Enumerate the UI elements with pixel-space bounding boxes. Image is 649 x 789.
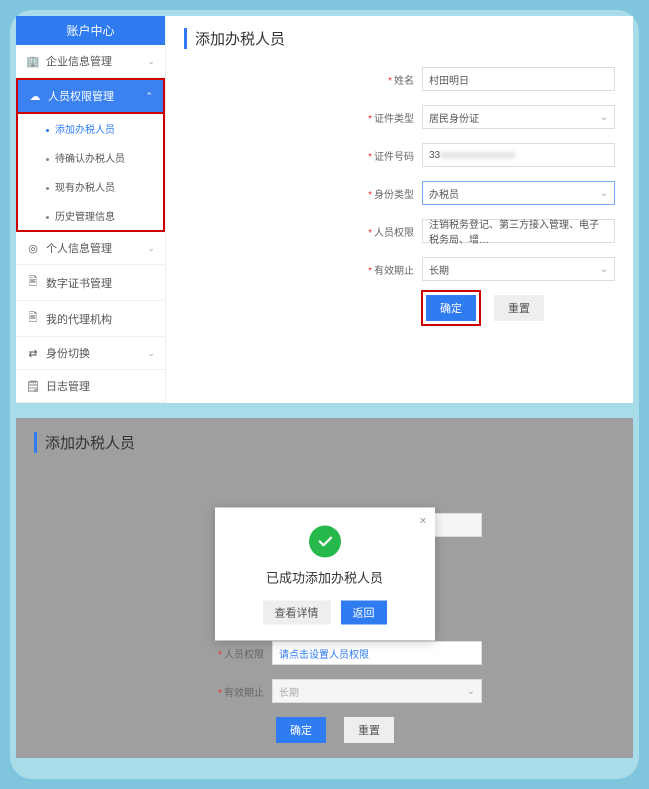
idno-label: 证件号码 — [374, 152, 414, 163]
page-title: 添加办税人员 — [184, 28, 615, 49]
confirm-button[interactable]: 确定 — [276, 717, 326, 743]
sidebar: 账户中心 🏢 企业信息管理 ⌄ ☁ 人员权限管理 ⌃ 添加办税人员 待确认办税人… — [16, 16, 166, 403]
perm-input-disabled: 请点击设置人员权限 — [272, 641, 482, 665]
chevron-down-icon: ⌄ — [147, 348, 155, 359]
expire-label: 有效期止 — [224, 688, 264, 699]
perm-label: 人员权限 — [224, 650, 264, 661]
confirm-button[interactable]: 确定 — [426, 295, 476, 321]
document-icon: 🖹 — [26, 309, 40, 328]
sidebar-item-cert[interactable]: 🖹 数字证书管理 — [16, 265, 165, 301]
log-icon: 🗒 — [26, 380, 40, 393]
sub-item-existing-staff[interactable]: 现有办税人员 — [18, 172, 163, 201]
sidebar-item-logs[interactable]: 🗒 日志管理 — [16, 370, 165, 403]
sub-item-label: 待确认办税人员 — [55, 154, 125, 165]
sub-item-label: 现有办税人员 — [55, 183, 115, 194]
main-content: 添加办税人员 *姓名 *证件类型 居民身份证 *证件号码 33xxxxxxxxx… — [166, 16, 633, 403]
building-icon: 🏢 — [26, 55, 40, 68]
sub-item-label: 历史管理信息 — [55, 212, 115, 223]
sub-item-add-staff[interactable]: 添加办税人员 — [18, 114, 163, 143]
sidebar-item-permissions[interactable]: ☁ 人员权限管理 ⌃ — [16, 78, 165, 114]
page-title: 添加办税人员 — [34, 432, 615, 453]
expire-label: 有效期止 — [374, 266, 414, 277]
sub-item-history[interactable]: 历史管理信息 — [18, 201, 163, 230]
reset-button[interactable]: 重置 — [494, 295, 544, 321]
dialog-message: 已成功添加办税人员 — [225, 568, 425, 587]
sidebar-item-enterprise[interactable]: 🏢 企业信息管理 ⌄ — [16, 45, 165, 78]
user-icon: ◎ — [26, 242, 40, 255]
cloud-icon: ☁ — [28, 90, 42, 103]
role-select[interactable]: 办税员 — [422, 181, 615, 205]
chevron-up-icon: ⌃ — [145, 91, 153, 102]
chevron-down-icon: ⌄ — [147, 56, 155, 67]
perm-input[interactable]: 注销税务登记、第三方接入管理、电子税务局、增… — [422, 219, 615, 243]
name-label: 姓名 — [394, 76, 414, 87]
perm-label: 人员权限 — [374, 228, 414, 239]
sidebar-item-label: 人员权限管理 — [48, 88, 145, 104]
sidebar-title: 账户中心 — [16, 16, 165, 45]
idtype-label: 证件类型 — [374, 114, 414, 125]
add-staff-form: *姓名 *证件类型 居民身份证 *证件号码 33xxxxxxxxxxxxxxx … — [184, 67, 615, 321]
view-detail-button[interactable]: 查看详情 — [263, 601, 331, 625]
idtype-select[interactable]: 居民身份证 — [422, 105, 615, 129]
idno-input[interactable]: 33xxxxxxxxxxxxxxx — [422, 143, 615, 167]
expire-select-disabled: 长期 — [272, 679, 482, 703]
document-icon: 🖹 — [26, 273, 40, 292]
sidebar-item-label: 个人信息管理 — [46, 240, 147, 256]
sidebar-item-label: 企业信息管理 — [46, 53, 147, 69]
sidebar-item-agency[interactable]: 🖹 我的代理机构 — [16, 301, 165, 337]
swap-icon: ⇄ — [26, 347, 40, 360]
sidebar-item-personal[interactable]: ◎ 个人信息管理 ⌄ — [16, 232, 165, 265]
sidebar-item-label: 我的代理机构 — [46, 311, 155, 327]
name-input[interactable] — [422, 67, 615, 91]
sub-item-pending-staff[interactable]: 待确认办税人员 — [18, 143, 163, 172]
sub-item-label: 添加办税人员 — [55, 125, 115, 136]
role-label: 身份类型 — [374, 190, 414, 201]
success-check-icon — [309, 526, 341, 558]
sidebar-item-label: 日志管理 — [46, 378, 155, 394]
close-icon[interactable]: × — [419, 514, 426, 528]
result-window: 添加办税人员 *姓名 请输入姓名 *人员权限 请点击设置人员权限 *有效期止 长… — [16, 418, 633, 758]
sidebar-submenu: 添加办税人员 待确认办税人员 现有办税人员 历史管理信息 — [16, 114, 165, 232]
reset-button[interactable]: 重置 — [344, 717, 394, 743]
back-button[interactable]: 返回 — [341, 601, 387, 625]
sidebar-item-switch[interactable]: ⇄ 身份切换 ⌄ — [16, 337, 165, 370]
main-window: 账户中心 🏢 企业信息管理 ⌄ ☁ 人员权限管理 ⌃ 添加办税人员 待确认办税人… — [16, 16, 633, 403]
chevron-down-icon: ⌄ — [147, 243, 155, 254]
expire-select[interactable]: 长期 — [422, 257, 615, 281]
sidebar-item-label: 数字证书管理 — [46, 275, 155, 291]
sidebar-item-label: 身份切换 — [46, 345, 147, 361]
success-dialog: × 已成功添加办税人员 查看详情 返回 — [215, 508, 435, 641]
